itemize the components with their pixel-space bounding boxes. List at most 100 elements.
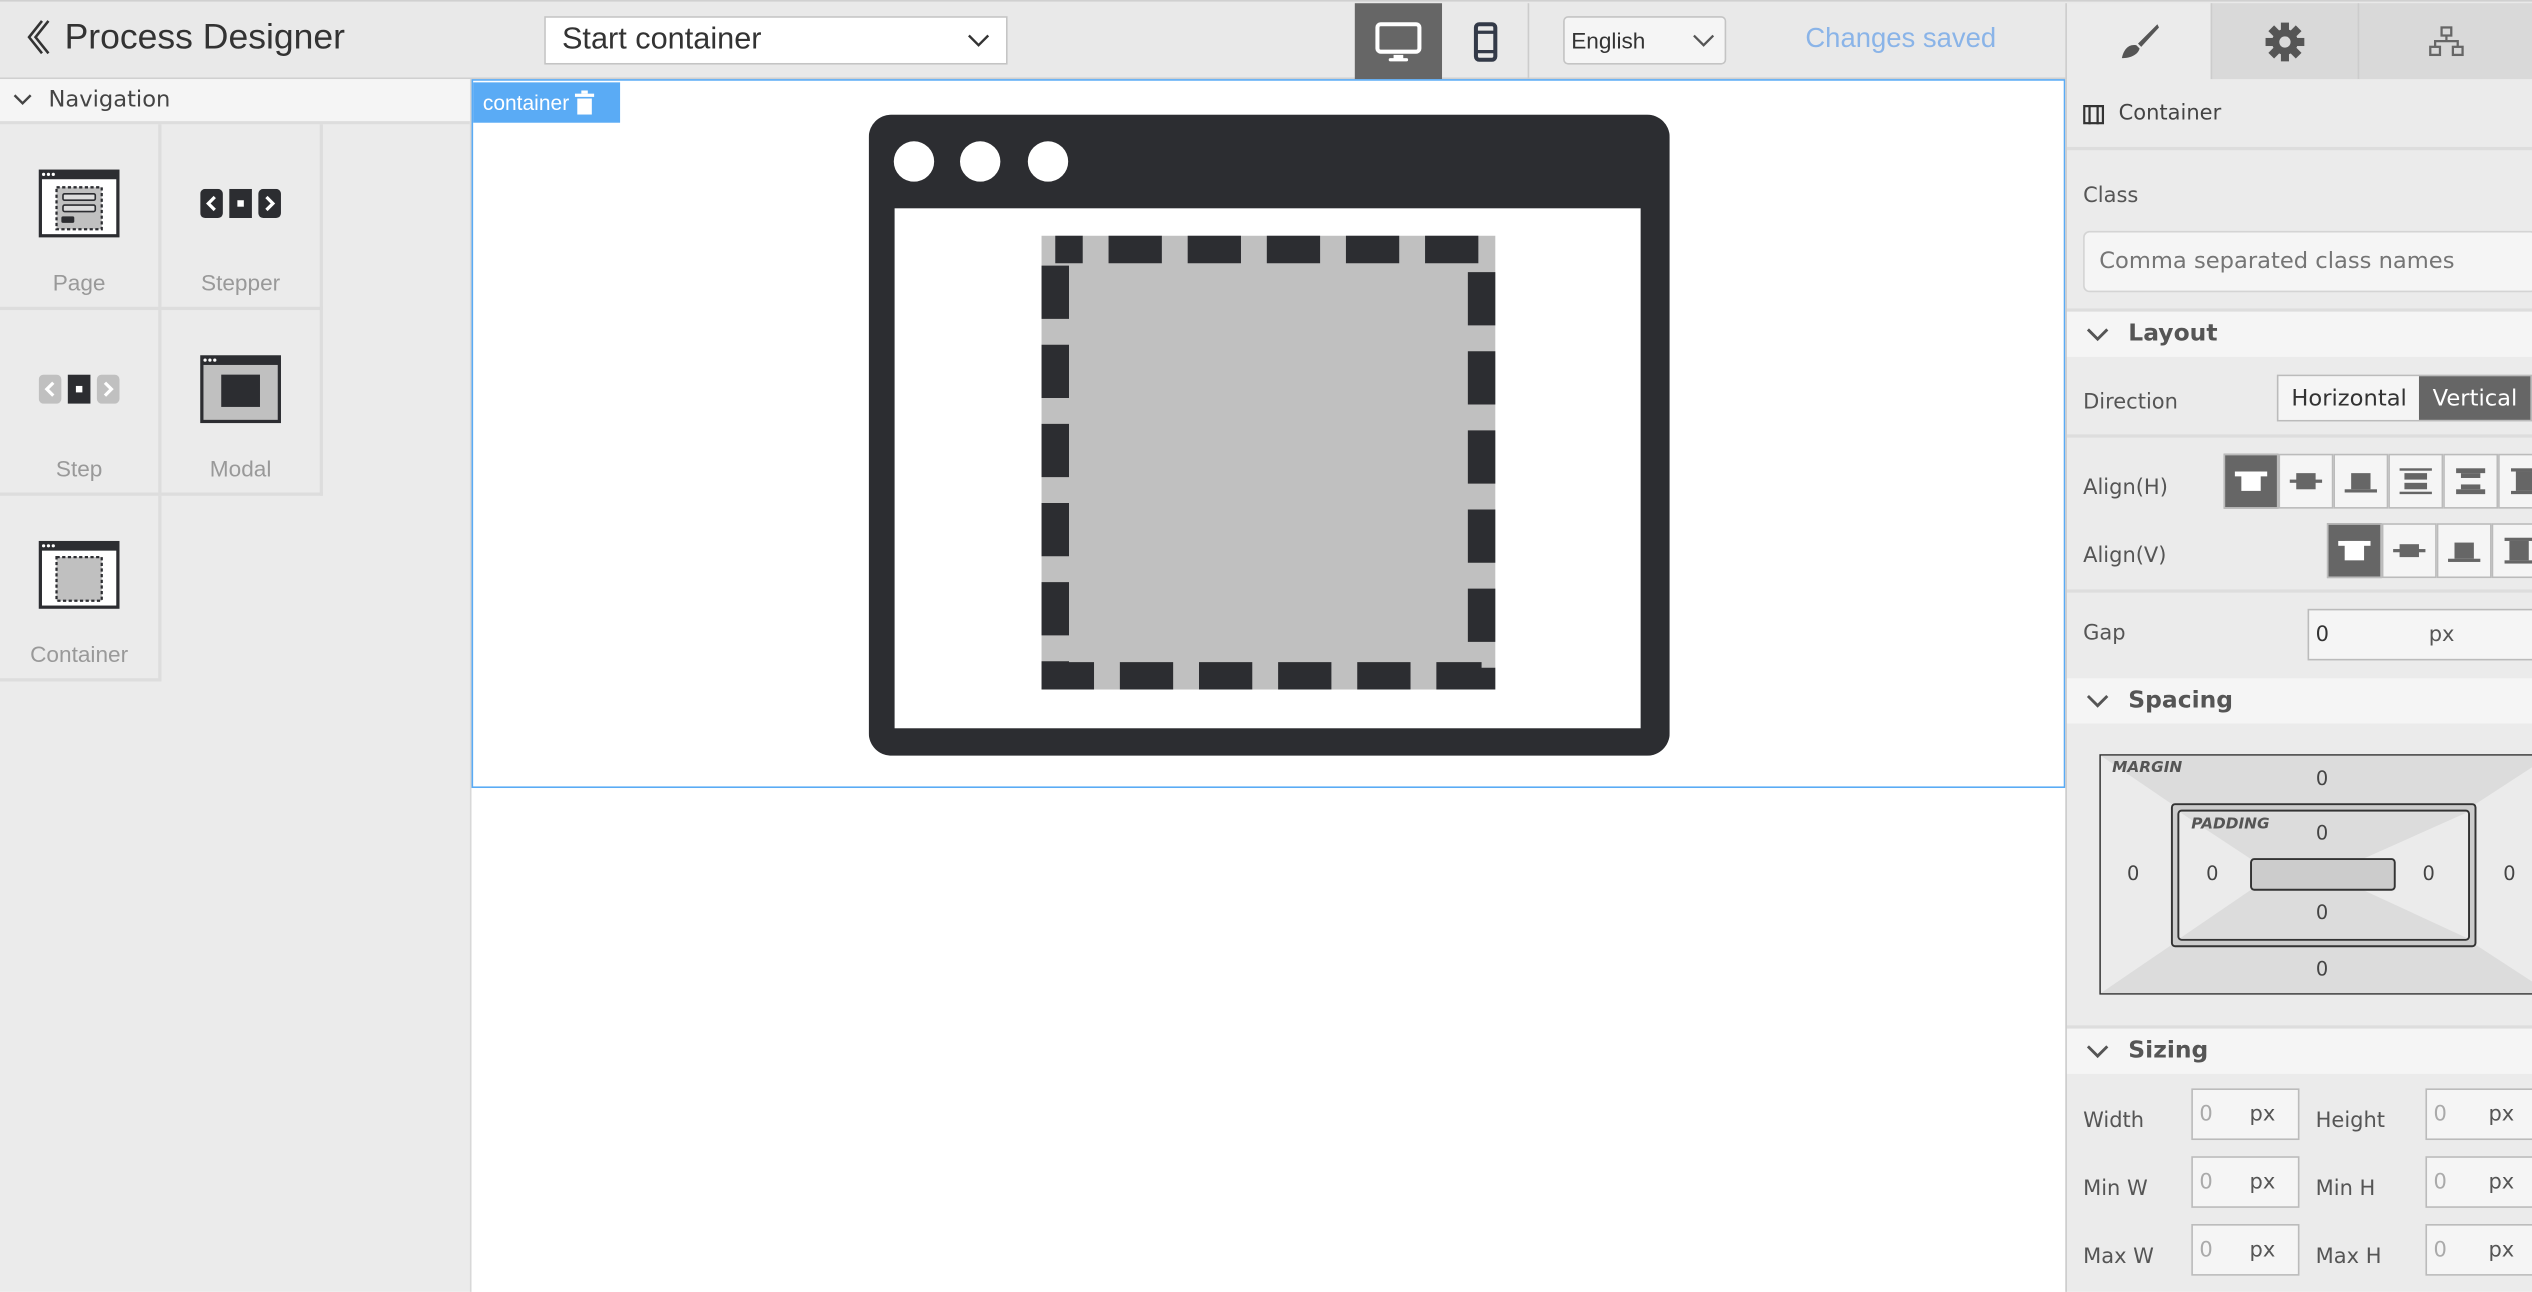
direction-horizontal-button[interactable]: Horizontal [2278,376,2420,420]
height-input[interactable]: 0 px [2425,1088,2532,1141]
tab-structure[interactable] [2357,3,2532,81]
selected-container[interactable]: container [471,79,2066,789]
align-h-label: Align(H) [2083,476,2168,501]
align-v-start-button[interactable] [2326,523,2382,579]
align-v-stretch-button[interactable] [2491,523,2532,579]
space-between-icon [2399,468,2432,495]
page-select[interactable]: Start container [544,16,1008,65]
desktop-view-button[interactable] [1354,3,1443,80]
align-center-icon [2289,473,2323,490]
component-label: Step [55,455,103,482]
margin-bottom-value[interactable]: 0 [2306,958,2338,981]
min-height-unit: px [2488,1169,2515,1195]
back-button[interactable]: Process Designer [23,16,345,58]
width-input[interactable]: 0 px [2191,1088,2300,1141]
align-h-start-button[interactable] [2223,453,2279,509]
direction-toggle: Horizontal Vertical [2276,374,2532,422]
max-width-input[interactable]: 0 px [2191,1224,2300,1276]
direction-label: Direction [2083,390,2178,416]
container-icon [38,540,120,609]
width-label: Width [2083,1109,2145,1134]
min-height-label: Min H [2315,1177,2376,1202]
component-stepper[interactable]: Stepper [161,124,323,311]
container-type-icon [2083,104,2105,124]
class-input[interactable] [2083,230,2532,293]
chevron-down-icon [2086,327,2109,341]
padding-right-value[interactable]: 0 [2413,862,2445,885]
layout-section-header[interactable]: Layout [2066,311,2532,357]
component-label: Page [52,269,106,296]
chevron-down-icon [1693,33,1715,47]
page-select-value: Start container [561,22,762,57]
margin-right-value[interactable]: 0 [2493,862,2525,885]
padding-left-value[interactable]: 0 [2196,862,2228,885]
spacing-editor: MARGIN PADDING 0 0 0 0 0 0 0 0 [2099,754,2532,995]
height-placeholder: 0 [2433,1102,2447,1127]
gap-value: 0 [2315,622,2329,647]
align-bottom-icon [2344,473,2377,493]
element-type-header: Container [2083,102,2221,126]
step-icon [38,374,120,404]
align-v-group [2326,523,2532,579]
min-width-label: Min W [2083,1177,2148,1202]
gap-input[interactable]: 0 px [2307,608,2532,661]
tab-style[interactable] [2065,3,2211,81]
gap-label: Gap [2083,621,2126,646]
align-v-label: Align(V) [2083,544,2167,569]
page-icon [38,169,120,238]
align-h-space-around-button[interactable] [2443,453,2499,509]
max-height-input[interactable]: 0 px [2425,1224,2532,1276]
align-v-end-button[interactable] [2436,523,2492,579]
tab-settings[interactable] [2210,3,2358,81]
class-label: Class [2083,184,2139,209]
component-modal[interactable]: Modal [161,310,323,496]
margin-left-value[interactable]: 0 [2117,862,2149,885]
section-title: Sizing [2128,1038,2209,1065]
container-label: container [482,90,570,115]
padding-top-value[interactable]: 0 [2306,822,2338,845]
height-unit: px [2488,1102,2515,1127]
align-h-center-button[interactable] [2278,453,2334,509]
chevron-down-icon [13,94,32,106]
process-designer-app: Process Designer Start container English… [0,0,2532,1292]
language-select[interactable]: English [1563,16,1727,65]
component-container[interactable]: Container [0,495,162,682]
stretch-icon [2504,537,2532,564]
chevron-down-icon [968,33,990,47]
chevron-left-icon [27,20,50,55]
align-v-center-button[interactable] [2381,523,2437,579]
section-title: Layout [2128,321,2218,348]
component-label: Stepper [200,269,281,296]
component-step[interactable]: Step [0,310,162,496]
align-top-icon [2338,540,2371,561]
align-h-stretch-button[interactable] [2498,453,2532,509]
max-height-placeholder: 0 [2433,1237,2447,1262]
properties-panel: Container Class Layout Direction Horizon… [2065,79,2532,1292]
navigation-section-header[interactable]: Navigation [0,79,470,125]
language-select-value: English [1571,27,1646,54]
app-title: Process Designer [64,16,345,57]
align-h-group [2223,453,2532,509]
max-height-label: Max H [2315,1245,2382,1270]
gap-unit: px [2428,622,2455,647]
min-width-input[interactable]: 0 px [2191,1156,2300,1208]
trash-icon[interactable] [575,90,596,115]
align-top-icon [2234,471,2268,491]
align-h-space-between-button[interactable] [2388,453,2444,509]
margin-label: MARGIN [2112,758,2183,777]
sitemap-icon [2428,26,2463,57]
min-height-input[interactable]: 0 px [2425,1156,2532,1208]
padding-bottom-value[interactable]: 0 [2306,901,2338,924]
width-unit: px [2249,1102,2276,1127]
container-label-badge: container [473,82,621,123]
modal-icon [200,355,281,424]
chevron-down-icon [2086,1044,2109,1058]
align-bottom-icon [2448,542,2481,562]
align-h-end-button[interactable] [2333,453,2389,509]
sizing-section-header[interactable]: Sizing [2066,1028,2532,1074]
direction-vertical-button[interactable]: Vertical [2419,376,2531,420]
margin-top-value[interactable]: 0 [2306,767,2338,790]
spacing-section-header[interactable]: Spacing [2066,678,2532,724]
component-page[interactable]: Page [0,124,162,311]
mobile-view-button[interactable] [1442,3,1530,80]
